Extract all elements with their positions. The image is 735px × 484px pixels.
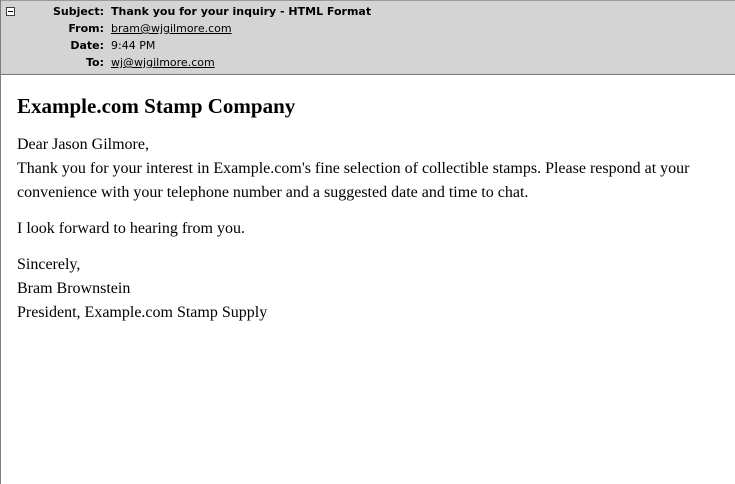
company-title: Example.com Stamp Company [17,94,296,118]
date-label: Date: [70,39,104,52]
sender-name: Bram Brownstein [17,280,131,297]
date-value: 9:44 PM [111,39,156,52]
from-row: From: bram@wjgilmore.com [1,20,735,37]
greeting-paragraph: Dear Jason Gilmore, Thank you for your i… [17,133,723,205]
from-email-link[interactable]: bram@wjgilmore.com [111,20,232,37]
to-label: To: [86,56,104,69]
email-preview-window: Subject: Thank you for your inquiry - HT… [0,0,735,484]
closing-text: I look forward to hearing from you. [17,220,245,237]
subject-value: Thank you for your inquiry - HTML Format [111,5,372,18]
to-row: To: wj@wjgilmore.com [1,54,735,71]
email-header: Subject: Thank you for your inquiry - HT… [1,0,735,75]
closing-paragraph: I look forward to hearing from you. [17,217,723,241]
subject-label: Subject: [52,5,104,18]
signature-block: Sincerely, Bram Brownstein President, Ex… [17,253,723,325]
sender-title: President, Example.com Stamp Supply [17,304,268,321]
email-body: Example.com Stamp Company Dear Jason Gil… [1,75,735,325]
from-label: From: [68,22,104,35]
subject-row: Subject: Thank you for your inquiry - HT… [1,3,735,20]
to-email-link[interactable]: wj@wjgilmore.com [111,54,215,71]
signoff-text: Sincerely, [17,256,81,273]
body-text: Thank you for your interest in Example.c… [17,160,690,201]
date-row: Date: 9:44 PM [1,37,735,54]
collapse-header-icon[interactable] [6,7,15,16]
greeting-text: Dear Jason Gilmore, [17,136,149,153]
